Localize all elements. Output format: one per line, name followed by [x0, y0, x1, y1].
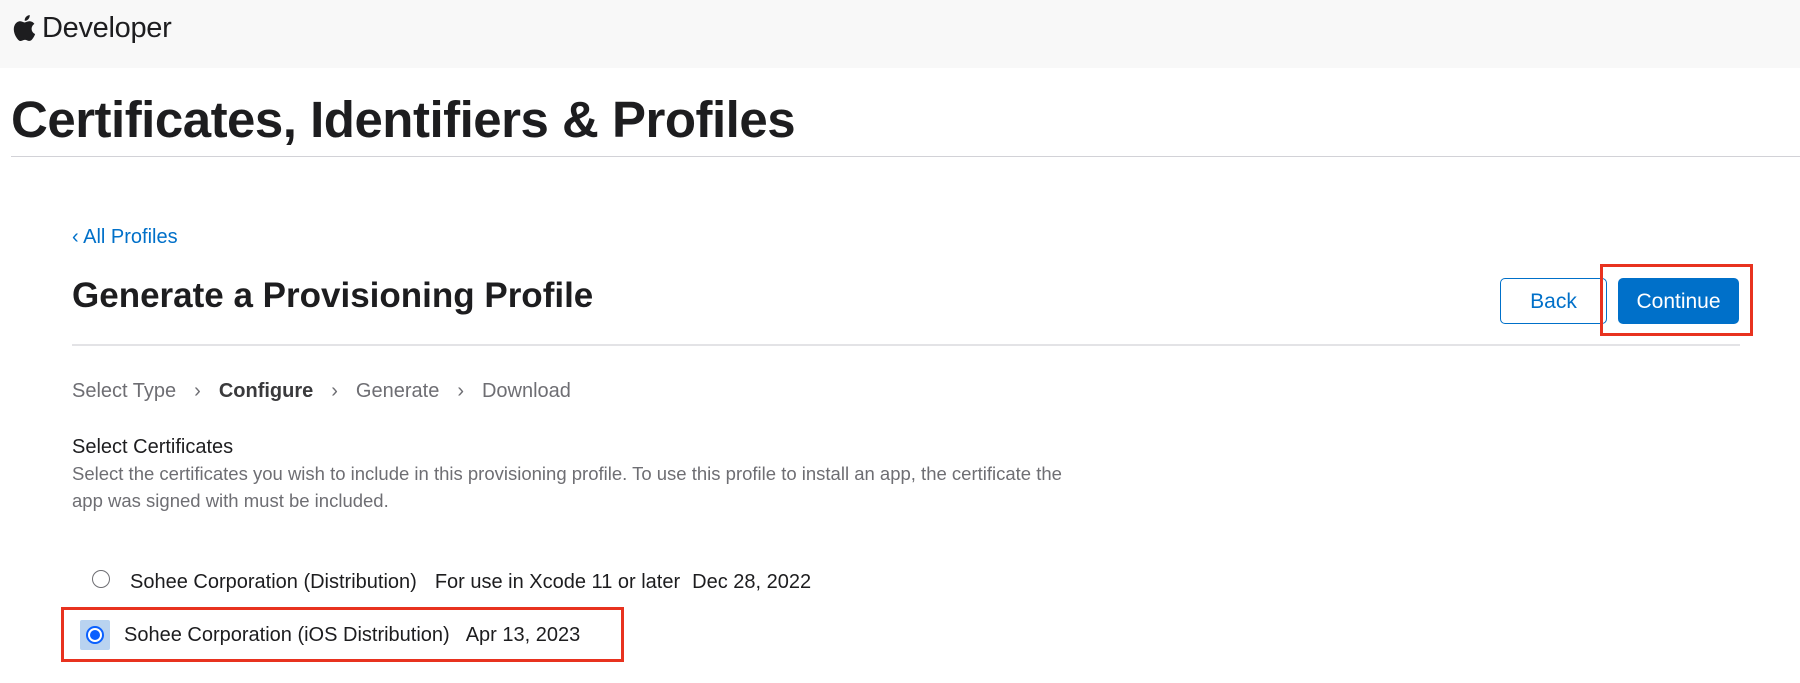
apple-logo-icon — [12, 14, 36, 42]
certificates-description: Select the certificates you wish to incl… — [72, 463, 1062, 511]
brand-label: Developer — [42, 12, 172, 44]
chevron-right-icon: › — [194, 380, 201, 402]
global-nav: Developer — [0, 0, 1800, 68]
step-generate: Generate — [355, 380, 440, 402]
step-download: Download — [481, 380, 571, 402]
certificate-name: Sohee Corporation (iOS Distribution) — [124, 623, 450, 646]
page-title: Certificates, Identifiers & Profiles — [11, 91, 796, 148]
certificates-heading: Select Certificates — [72, 436, 234, 458]
developer-home-link[interactable]: Developer — [12, 10, 172, 46]
chevron-right-icon: › — [331, 380, 338, 402]
certificate-date: Dec 28, 2022 — [692, 570, 812, 593]
chevron-right-icon: › — [457, 380, 464, 402]
page-header: Certificates, Identifiers & Profiles — [11, 90, 1800, 157]
radio-button-selected[interactable] — [86, 626, 104, 644]
section-header: Generate a Provisioning Profile Back Con… — [72, 268, 1740, 346]
back-button[interactable]: Back — [1500, 278, 1607, 324]
certificate-option-distribution[interactable]: Sohee Corporation (Distribution) For use… — [72, 565, 811, 599]
step-configure: Configure — [218, 380, 314, 402]
certificate-option-ios-distribution[interactable]: Sohee Corporation (iOS Distribution) Apr… — [72, 618, 580, 652]
radio-focus-ring — [80, 620, 110, 650]
certificate-date: Apr 13, 2023 — [465, 623, 581, 646]
certificate-name: Sohee Corporation (Distribution) — [130, 570, 417, 593]
certificate-note: For use in Xcode 11 or later — [434, 570, 681, 593]
section-title: Generate a Provisioning Profile — [72, 276, 594, 315]
step-indicator: Select Type › Configure › Generate › Dow… — [72, 378, 571, 404]
radio-button[interactable] — [92, 570, 110, 588]
step-select-type: Select Type — [72, 380, 177, 402]
continue-button[interactable]: Continue — [1618, 278, 1739, 324]
all-profiles-link[interactable]: ‹ All Profiles — [72, 224, 178, 250]
